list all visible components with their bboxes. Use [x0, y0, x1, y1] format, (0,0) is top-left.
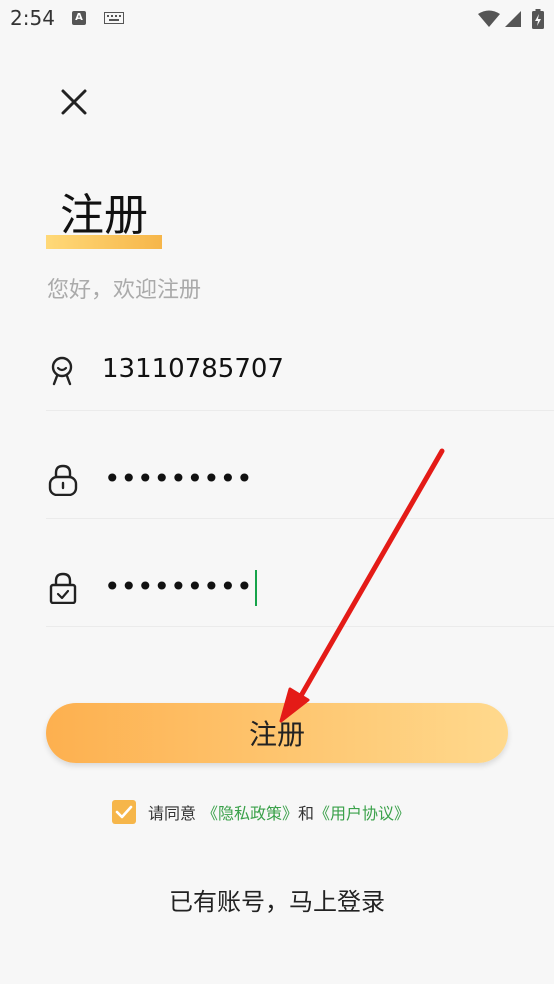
phone-input[interactable]: 13110785707 [102, 354, 284, 384]
close-button[interactable] [56, 84, 92, 120]
register-button[interactable]: 注册 [46, 703, 508, 763]
password-field[interactable]: ••••••••• [46, 410, 554, 519]
signal-icon [504, 10, 521, 27]
phone-field[interactable]: 13110785707 [46, 302, 554, 411]
page-subtitle: 您好，欢迎注册 [47, 278, 202, 303]
login-link[interactable]: 已有账号，马上登录 [0, 882, 554, 917]
password-input[interactable]: ••••••••• [104, 462, 253, 495]
confirm-password-input[interactable]: ••••••••• [104, 570, 257, 606]
confirm-password-dots: ••••••••• [104, 570, 253, 603]
privacy-policy-link[interactable]: 《隐私政策》 [202, 800, 298, 824]
lock-check-icon [49, 572, 77, 604]
agreement-and: 和 [298, 804, 315, 823]
agree-checkbox[interactable] [112, 800, 136, 824]
app-notification-icon: A [72, 11, 86, 25]
user-icon [51, 356, 73, 386]
agreement-row: 请同意 《隐私政策》 和 《用户协议》 [112, 799, 410, 825]
wifi-icon [477, 10, 500, 27]
close-icon [61, 89, 87, 115]
keyboard-icon [104, 12, 124, 24]
lock-icon [48, 464, 78, 496]
status-bar: 2:54 A [0, 0, 554, 38]
page-title: 注册 [60, 190, 148, 241]
checkmark-icon [115, 805, 133, 819]
user-agreement-link[interactable]: 《用户协议》 [314, 800, 410, 824]
text-caret [254, 570, 257, 606]
status-right [477, 8, 544, 29]
agreement-prefix: 请同意 [148, 804, 197, 823]
battery-icon [532, 8, 544, 29]
confirm-password-field[interactable]: ••••••••• [46, 518, 554, 627]
status-time: 2:54 [10, 6, 55, 30]
